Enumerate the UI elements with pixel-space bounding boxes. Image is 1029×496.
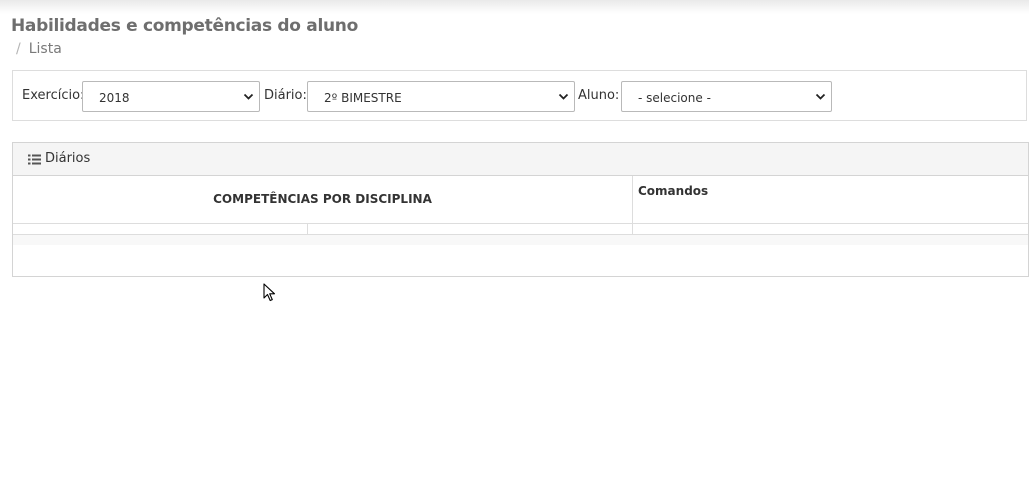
top-shadow (0, 0, 1029, 14)
aluno-value: - selecione - (638, 91, 711, 105)
column-divider (632, 224, 633, 234)
page-title: Habilidades e competências do aluno (11, 16, 358, 36)
diario-label: Diário: (264, 88, 307, 103)
mouse-cursor-icon (263, 283, 276, 302)
column-header-comandos: Comandos (638, 184, 709, 198)
exercicio-value: 2018 (99, 91, 130, 105)
filter-panel: Exercício: 2018 Diário: 2º BIMESTRE Alun… (12, 70, 1027, 121)
diario-value: 2º BIMESTRE (324, 91, 402, 105)
breadcrumb-separator: / (16, 41, 21, 57)
table-header-row: COMPETÊNCIAS POR DISCIPLINA Comandos (13, 176, 1028, 224)
aluno-select[interactable]: - selecione - (621, 81, 832, 112)
column-header-competencias: COMPETÊNCIAS POR DISCIPLINA (13, 176, 633, 223)
diarios-panel: Diários COMPETÊNCIAS POR DISCIPLINA Coma… (12, 142, 1029, 277)
list-icon (28, 154, 41, 165)
aluno-label: Aluno: (578, 88, 620, 103)
chevron-down-icon (558, 93, 569, 100)
panel-header: Diários (13, 143, 1028, 176)
panel-title: Diários (45, 151, 91, 166)
chevron-down-icon (815, 93, 826, 100)
breadcrumb: / Lista (16, 41, 62, 57)
empty-table-body (13, 235, 1028, 245)
column-divider (307, 224, 308, 234)
diario-select[interactable]: 2º BIMESTRE (307, 81, 575, 112)
exercicio-label: Exercício: (22, 88, 85, 103)
table-subheader-row (13, 224, 1028, 235)
breadcrumb-current[interactable]: Lista (29, 41, 62, 57)
chevron-down-icon (243, 93, 254, 100)
exercicio-select[interactable]: 2018 (82, 81, 260, 112)
